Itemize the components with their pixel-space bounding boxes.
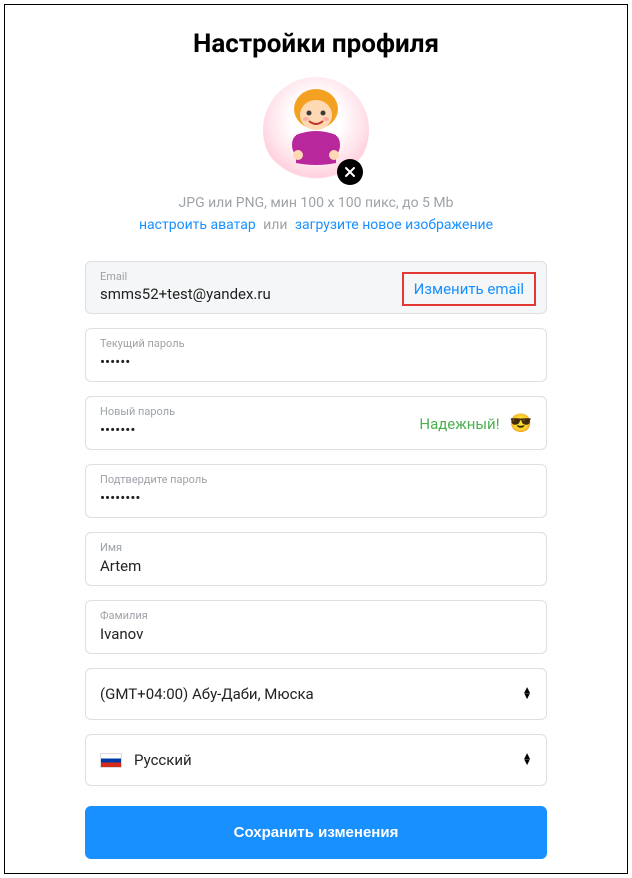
new-password-field-wrap: Новый пароль Надежный! 😎: [85, 396, 547, 450]
first-name-field-wrap: Имя: [85, 532, 547, 586]
upload-avatar-link[interactable]: загрузите новое изображение: [295, 217, 493, 233]
sunglasses-emoji-icon: 😎: [510, 413, 532, 434]
email-field-wrap: Email smms52+test@yandex.ru Изменить ema…: [85, 261, 547, 314]
russia-flag-icon: [100, 753, 122, 768]
current-password-label: Текущий пароль: [100, 337, 532, 350]
avatar-hint: JPG или PNG, мин 100 x 100 пикс, до 5 Mb: [179, 195, 454, 211]
profile-settings-panel: Настройки профиля: [4, 4, 628, 874]
select-arrows-icon: ▲▼: [522, 754, 532, 766]
change-email-button[interactable]: Изменить email: [402, 272, 536, 306]
first-name-label: Имя: [100, 541, 532, 554]
save-button[interactable]: Сохранить изменения: [85, 806, 547, 859]
confirm-password-input[interactable]: [100, 489, 532, 507]
profile-form: Email smms52+test@yandex.ru Изменить ema…: [85, 261, 547, 859]
current-password-input[interactable]: [100, 353, 532, 371]
last-name-input[interactable]: [100, 625, 532, 643]
avatar-section: JPG или PNG, мин 100 x 100 пикс, до 5 Mb…: [85, 77, 547, 233]
password-strength-text: Надежный!: [419, 415, 499, 433]
timezone-value: (GMT+04:00) Абу-Даби, Мюска: [100, 685, 522, 703]
last-name-label: Фамилия: [100, 609, 532, 622]
language-select[interactable]: Русский ▲▼: [85, 734, 547, 786]
configure-avatar-link[interactable]: настроить аватар: [139, 217, 256, 233]
confirm-password-label: Подтвердите пароль: [100, 473, 532, 486]
confirm-password-field-wrap: Подтвердите пароль: [85, 464, 547, 518]
last-name-field-wrap: Фамилия: [85, 600, 547, 654]
remove-avatar-button[interactable]: [337, 159, 363, 185]
password-strength: Надежный! 😎: [419, 413, 532, 434]
avatar-links-separator: или: [263, 217, 287, 233]
close-icon: [344, 166, 356, 178]
select-arrows-icon: ▲▼: [522, 688, 532, 700]
current-password-field-wrap: Текущий пароль: [85, 328, 547, 382]
first-name-input[interactable]: [100, 557, 532, 575]
page-title: Настройки профиля: [85, 29, 547, 59]
avatar-links: настроить аватар или загрузите новое изо…: [139, 217, 493, 233]
timezone-select[interactable]: (GMT+04:00) Абу-Даби, Мюска ▲▼: [85, 668, 547, 720]
avatar-image[interactable]: [263, 77, 369, 183]
language-value: Русский: [134, 751, 522, 769]
